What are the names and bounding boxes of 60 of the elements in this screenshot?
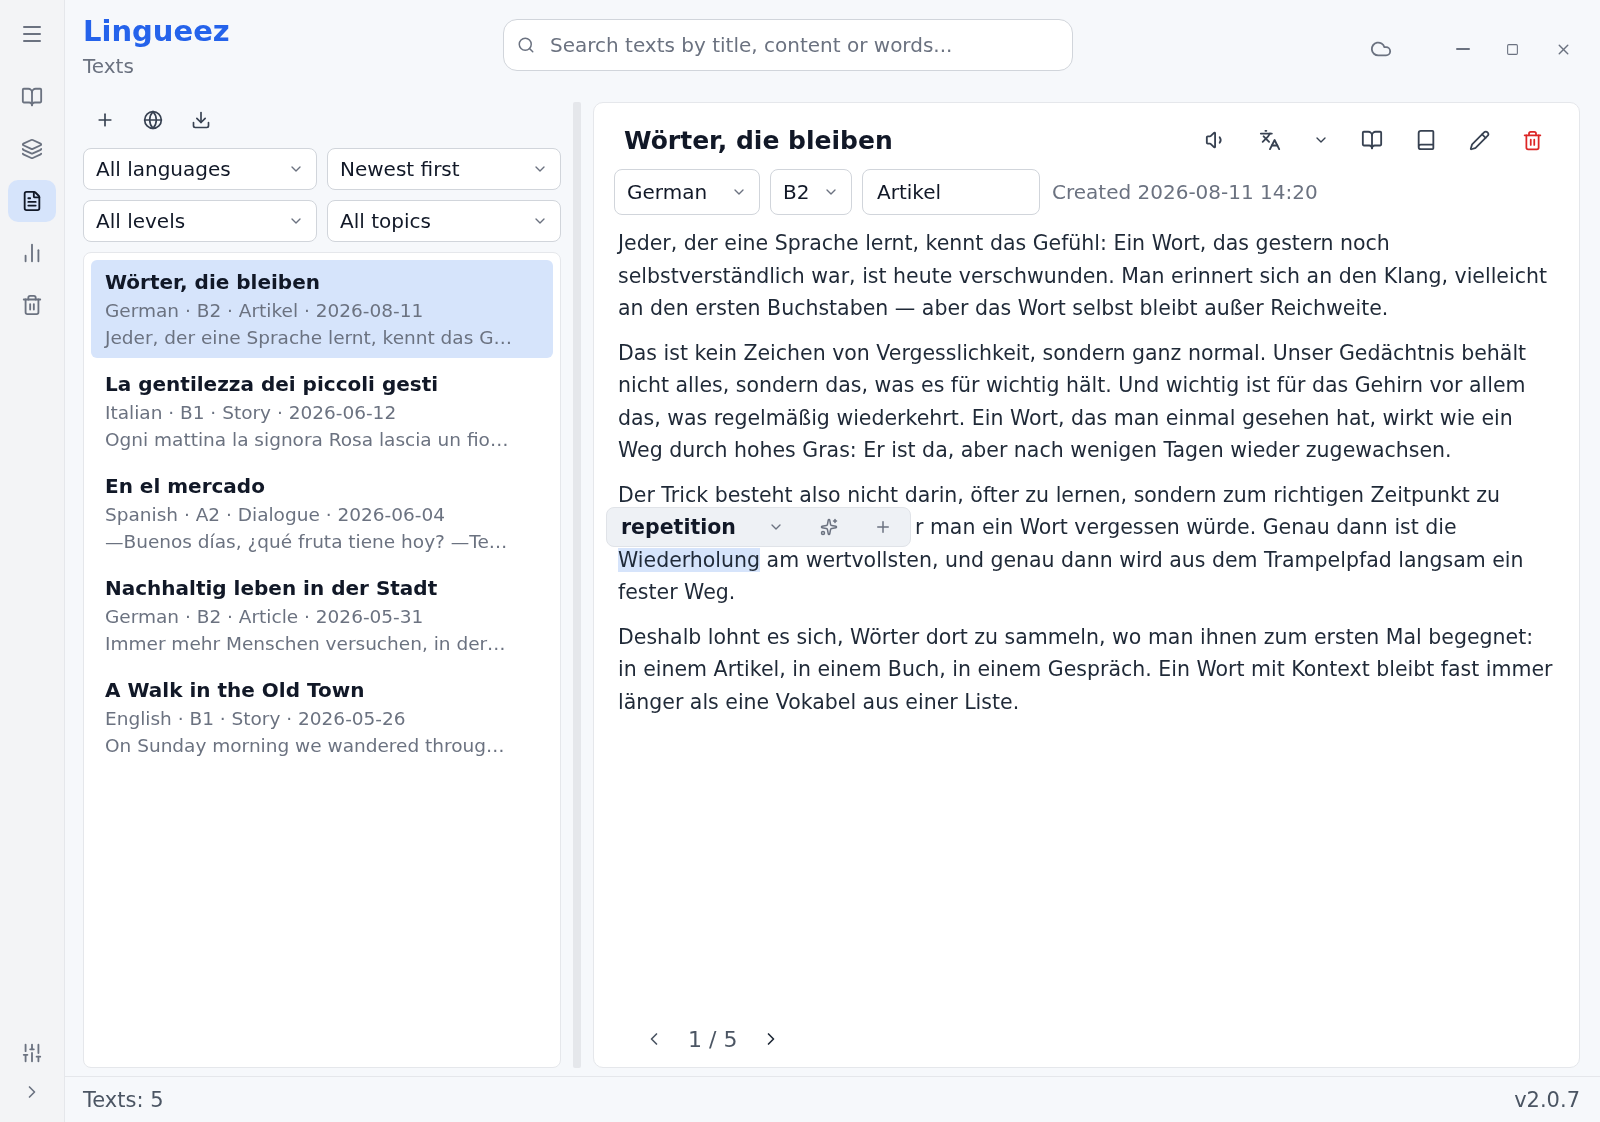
paragraph: Jeder, der eine Sprache lernt, kennt das Gefühl: Ein Wort, das gestern noch selbstverständlich war, ist heute verschwunden. Man erinnert sich an den Klang, vielleicht an den ersten Buchstaben — aber das Wort selbst bleibt außer Reichweite. <box>618 230 1548 322</box>
text-snippet: Jeder, der eine Sprache lernt, kennt das G… <box>105 327 514 348</box>
text-list-item[interactable]: A Walk in the Old Town English · B1 · Story · 2026-05-26 On Sunday morning we wandered throug… <box>91 668 553 766</box>
selected-word[interactable]: Wiederholung <box>618 547 761 572</box>
translation-word: repetition <box>621 515 736 540</box>
filter-dropdown[interactable]: All languages <box>83 148 317 190</box>
text-title: A Walk in the Old Town <box>105 678 366 702</box>
level-dropdown[interactable]: B2 <box>770 169 852 215</box>
search-icon <box>517 36 535 54</box>
filter-dropdown[interactable]: All topics <box>327 200 561 242</box>
text-title: La gentilezza dei piccoli gesti <box>105 372 440 396</box>
layers-icon <box>21 138 43 160</box>
download-icon <box>191 110 211 130</box>
text-snippet: On Sunday morning we wandered throug… <box>105 735 506 756</box>
filter-dropdown[interactable]: All levels <box>83 200 317 242</box>
app-logo: Lingueez <box>83 14 231 48</box>
text-list-item[interactable]: Nachhaltig leben in der Stadt German · B2 · Article · 2026-05-31 Immer mehr Menschen versuchen, in der… <box>91 566 553 664</box>
section-title: Texts <box>83 54 135 78</box>
trash-icon <box>1522 129 1543 151</box>
open-book-icon <box>1361 129 1383 151</box>
text-list-item[interactable]: En el mercado Spanish · A2 · Dialogue · 2026-06-04 —Buenos días, ¿qué fruta tiene hoy? —Te… <box>91 464 553 562</box>
book-icon <box>21 86 43 108</box>
text-title: Wörter, die bleiben <box>105 270 321 294</box>
text-meta: German · B2 · Artikel · 2026-08-11 <box>105 300 425 321</box>
text-meta: German · B2 · Article · 2026-05-31 <box>105 606 425 627</box>
search-field[interactable]: Search texts by title, content or words... <box>503 19 1073 71</box>
paragraph: Deshalb lohnt es sich, Wörter dort zu sammeln, wo man ihnen zum ersten Mal begegnet: in einem Artikel, in einem Buch, in einem Gespräch. Ein Wort mit Kontext bleibt fast immer länger als eine Vokabel aus einer Liste. <box>618 623 1553 716</box>
document-icon <box>21 190 43 212</box>
paragraph: Das ist kein Zeichen von Vergesslichkeit, sondern ganz normal. Unser Gedächtnis behält nicht alles, sondern das, was es für wichtig hält. Und wichtig ist für das Gehirn vor allem das, was regelmäßig wiederkehrt. Ein Wort, das man einmal gesehen hat, wirkt wie ein Weg durch hohes Gras: Er ist da, aber nach wenigen Tagen wieder zugewachsen. <box>618 339 1528 464</box>
page-indicator: 1 / 5 <box>688 1026 738 1052</box>
text-snippet: Immer mehr Menschen versuchen, in der… <box>105 633 507 654</box>
paragraph: Wiederholung am wertvollsten, und genau dann wird aus dem Trampelpfad langsam ein fester Weg. <box>618 546 1525 606</box>
topic-field[interactable]: Artikel <box>862 169 1040 215</box>
text-snippet: Ogni mattina la signora Rosa lascia un fio… <box>105 429 510 450</box>
paragraph-line: r man ein Wort vergessen würde. Genau dann ist die <box>914 515 1457 540</box>
text-snippet: —Buenos días, ¿qué fruta tiene hoy? —Te… <box>105 531 509 552</box>
text-title: En el mercado <box>105 474 266 498</box>
minimize-icon <box>1456 48 1470 50</box>
nav-button[interactable] <box>8 180 56 222</box>
text-title: Nachhaltig leben in der Stadt <box>105 576 439 600</box>
text-count: Texts: 5 <box>83 1087 164 1112</box>
sliders-icon <box>21 1042 43 1064</box>
language-dropdown[interactable]: German <box>614 169 760 215</box>
reader-title: Wörter, die bleiben <box>624 125 893 155</box>
text-meta: Spanish · A2 · Dialogue · 2026-06-04 <box>105 504 446 525</box>
paragraph-line: Der Trick besteht also nicht darin, öfter zu lernen, sondern zum richtigen Zeitpunkt zu <box>618 481 1502 509</box>
text-meta: Italian · B1 · Story · 2026-06-12 <box>105 402 398 423</box>
book-icon <box>1415 129 1437 151</box>
created-date: Created 2026-08-11 14:20 <box>1052 180 1318 204</box>
translate-icon <box>1259 129 1281 151</box>
filter-dropdown[interactable]: Newest first <box>327 148 561 190</box>
text-list-item[interactable]: Wörter, die bleiben German · B2 · Artikel · 2026-08-11 Jeder, der eine Sprache lernt, kennt das G… <box>91 260 553 358</box>
version-label: v2.0.7 <box>1514 1087 1580 1112</box>
text-list-item[interactable]: La gentilezza dei piccoli gesti Italian · B1 · Story · 2026-06-12 Ogni mattina la signora Rosa lascia un fio… <box>91 362 553 460</box>
trash-icon <box>21 294 43 316</box>
pencil-icon <box>1469 129 1490 151</box>
text-meta: English · B1 · Story · 2026-05-26 <box>105 708 407 729</box>
sparkle-icon <box>819 518 838 537</box>
maximize-icon <box>1506 42 1519 56</box>
globe-icon <box>143 110 163 130</box>
